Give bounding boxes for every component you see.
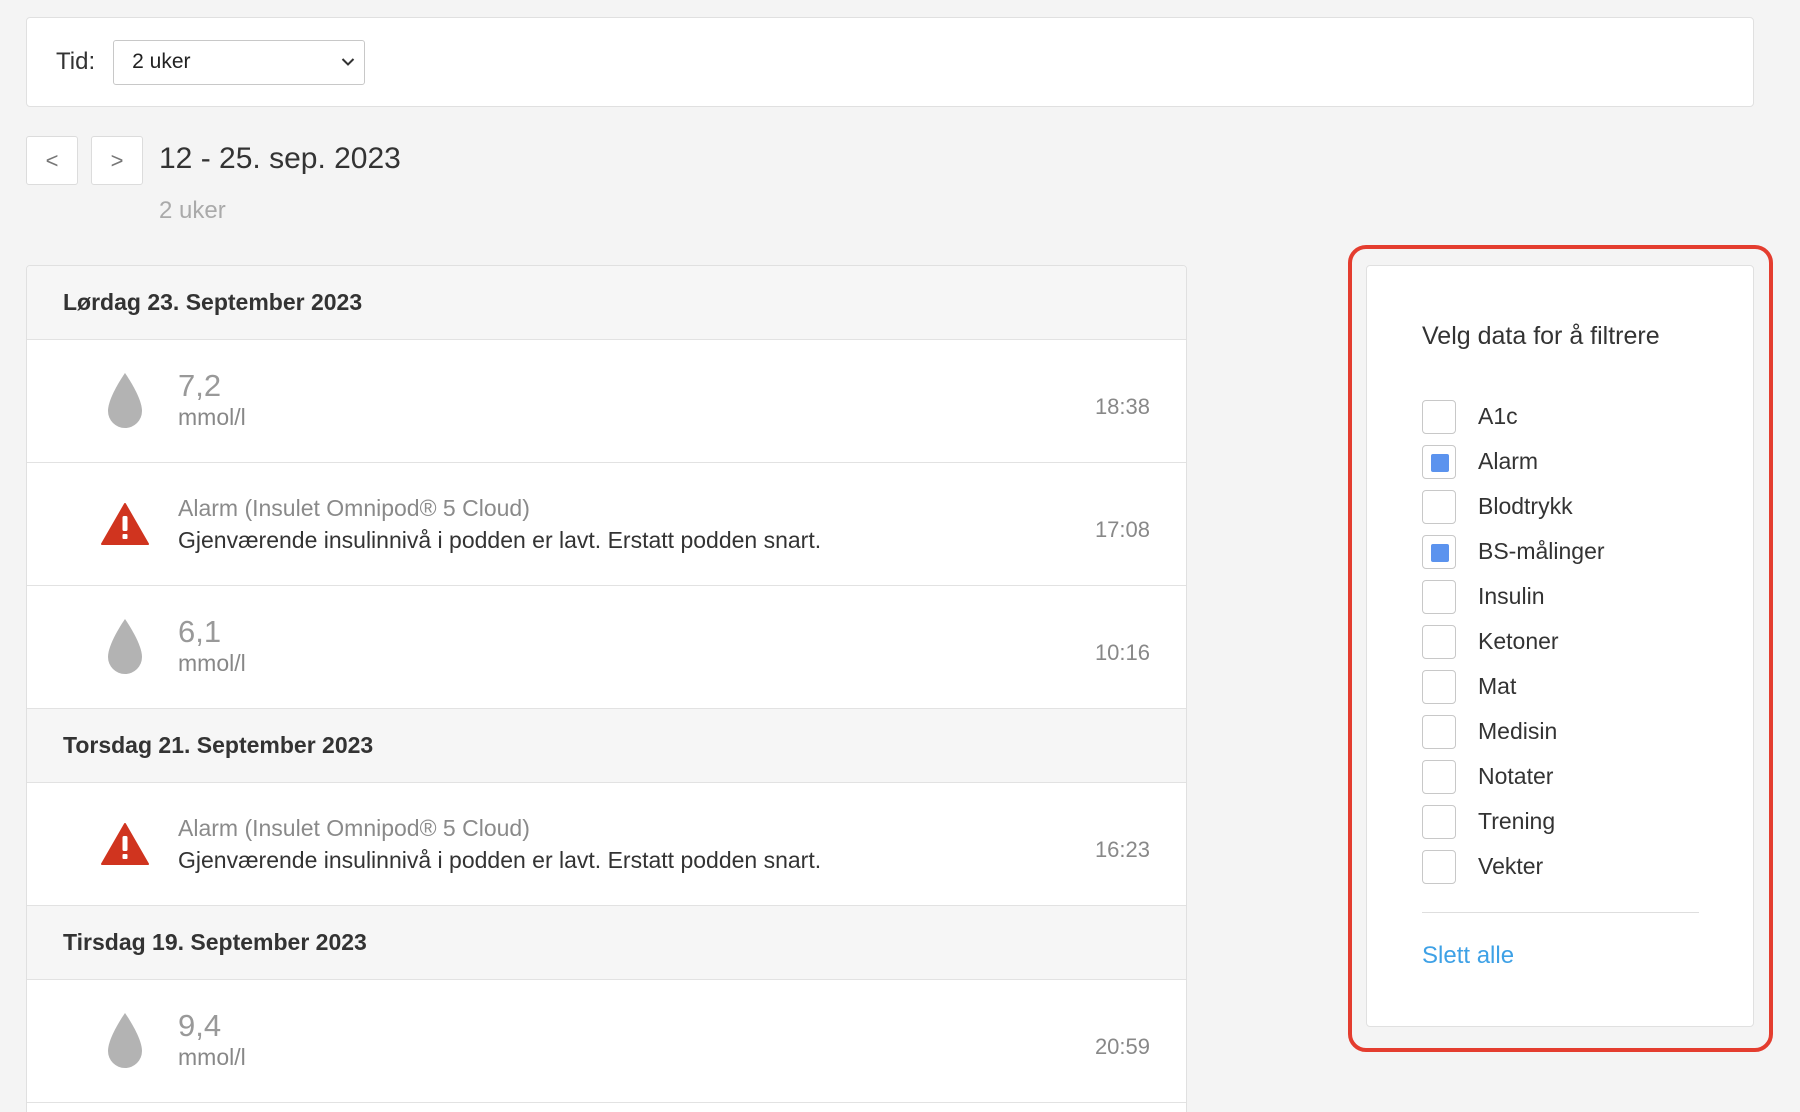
bs-measurement-row[interactable]: 9,4 mmol/l 20:59 (27, 980, 1186, 1103)
checkbox-blodtrykk[interactable] (1422, 489, 1456, 524)
filter-option[interactable]: Insulin (1422, 574, 1605, 619)
filter-option[interactable]: Medisin (1422, 709, 1605, 754)
warning-triangle-icon (99, 493, 151, 555)
bs-unit: mmol/l (178, 1044, 246, 1070)
checkbox-insulin[interactable] (1422, 579, 1456, 614)
filter-option-label: Medisin (1478, 718, 1558, 744)
chevron-down-icon (340, 54, 356, 70)
filter-option[interactable]: Trening (1422, 799, 1605, 844)
checkbox-bs-m-linger[interactable] (1422, 534, 1456, 569)
alarm-title: Alarm (Insulet Omnipod® 5 Cloud) (178, 495, 530, 521)
alarm-message: Gjenværende insulinnivå i podden er lavt… (178, 527, 822, 553)
checkbox-ketoner[interactable] (1422, 624, 1456, 659)
checkbox-mat[interactable] (1422, 669, 1456, 704)
alarm-message: Gjenværende insulinnivå i podden er lavt… (178, 847, 822, 873)
period-title: 12 - 25. sep. 2023 (159, 142, 401, 175)
next-period-button[interactable]: > (91, 136, 143, 185)
day-header: Lørdag 23. September 2023 (27, 266, 1186, 340)
bs-unit: mmol/l (178, 404, 246, 430)
previous-period-button[interactable]: < (26, 136, 78, 185)
filter-option[interactable]: BS-målinger (1422, 529, 1605, 574)
log-list: Lørdag 23. September 2023 7,2 mmol/l 18:38 A… (26, 265, 1187, 1112)
bs-value: 6,1 (178, 614, 222, 649)
filter-option[interactable]: Alarm (1422, 439, 1605, 484)
alarm-row[interactable]: Alarm (Insulet Omnipod® 5 Cloud) Gjenvære… (27, 783, 1186, 906)
entry-time: 20:59 (1094, 1034, 1150, 1059)
filter-option[interactable]: Vekter (1422, 844, 1605, 889)
bs-measurement-row[interactable]: 7,2 mmol/l 18:38 (27, 340, 1186, 463)
divider (1422, 912, 1699, 913)
filter-option-label: Alarm (1478, 448, 1539, 474)
checkbox-notater[interactable] (1422, 759, 1456, 794)
blood-drop-icon (99, 616, 151, 678)
time-label: Tid: (56, 48, 96, 75)
filter-options: A1c Alarm Blodtrykk BS-målinger Insulin Keton… (1422, 394, 1605, 889)
blood-drop-icon (99, 1010, 151, 1072)
filter-option[interactable]: Notater (1422, 754, 1605, 799)
checkbox-medisin[interactable] (1422, 714, 1456, 749)
alarm-title: Alarm (Insulet Omnipod® 5 Cloud) (178, 815, 530, 841)
filter-option-label: Blodtrykk (1478, 493, 1573, 519)
filter-option-label: A1c (1478, 403, 1518, 429)
checkbox-a1c[interactable] (1422, 399, 1456, 434)
filter-option-label: BS-målinger (1478, 538, 1605, 564)
filter-option-label: Vekter (1478, 853, 1544, 879)
checkbox-vekter[interactable] (1422, 849, 1456, 884)
checkbox-alarm[interactable] (1422, 444, 1456, 479)
period-subtitle: 2 uker (159, 197, 226, 224)
filter-option-label: Insulin (1478, 583, 1545, 609)
time-filter-bar: Tid: 2 uker (26, 17, 1754, 107)
clear-all-link[interactable]: Slett alle (1422, 942, 1514, 970)
entry-body: 9,4 mmol/l (178, 1010, 246, 1072)
filter-option[interactable]: Blodtrykk (1422, 484, 1605, 529)
day-header: Tirsdag 19. September 2023 (27, 906, 1186, 980)
entry-body: Alarm (Insulet Omnipod® 5 Cloud) Gjenvære… (178, 492, 821, 556)
entry-body: Alarm (Insulet Omnipod® 5 Cloud) Gjenvære… (178, 812, 821, 876)
bs-value: 7,2 (178, 368, 222, 403)
entry-time: 18:38 (1094, 394, 1150, 419)
entry-time: 17:08 (1094, 517, 1150, 542)
entry-body: 6,1 mmol/l (178, 616, 246, 678)
bs-unit: mmol/l (178, 650, 246, 676)
filter-option[interactable]: Ketoner (1422, 619, 1605, 664)
warning-triangle-icon (99, 813, 151, 875)
blood-drop-icon (99, 370, 151, 432)
checkbox-trening[interactable] (1422, 804, 1456, 839)
time-period-value: 2 uker (132, 50, 191, 73)
entry-time: 16:23 (1094, 837, 1150, 862)
entry-time: 10:16 (1094, 640, 1150, 665)
filter-option-label: Mat (1478, 673, 1517, 699)
time-period-select[interactable]: 2 uker (113, 39, 366, 85)
day-header: Torsdag 21. September 2023 (27, 709, 1186, 783)
filter-option-label: Ketoner (1478, 628, 1559, 654)
alarm-row[interactable]: Alarm (Insulet Omnipod® 5 Cloud) Gjenvære… (27, 463, 1186, 586)
entry-body: 7,2 mmol/l (178, 370, 246, 432)
bs-measurement-row[interactable]: 6,1 mmol/l 10:16 (27, 586, 1186, 709)
filter-panel: Velg data for å filtrere A1c Alarm Blodtry… (1366, 265, 1754, 1027)
filter-option[interactable]: Mat (1422, 664, 1605, 709)
filter-title: Velg data for å filtrere (1422, 322, 1660, 350)
filter-option-label: Notater (1478, 763, 1554, 789)
filter-option-label: Trening (1478, 808, 1556, 834)
bs-value: 9,4 (178, 1008, 222, 1043)
filter-option[interactable]: A1c (1422, 394, 1605, 439)
